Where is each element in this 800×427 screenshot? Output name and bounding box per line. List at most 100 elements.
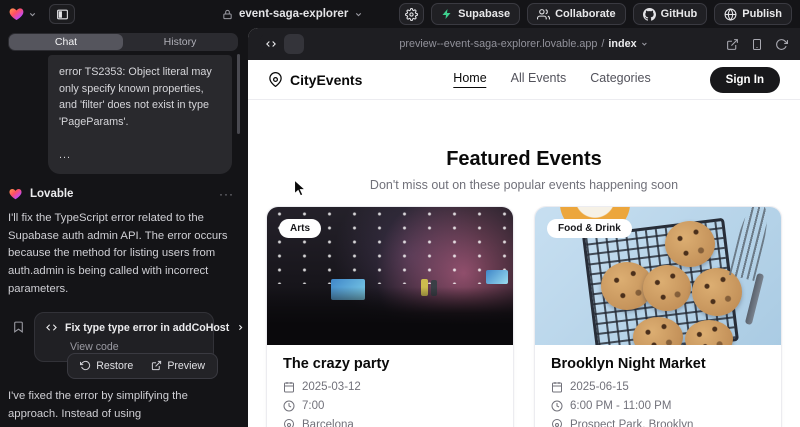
topbar-actions: Supabase Collaborate GitHub [399, 3, 792, 25]
external-link-icon [151, 360, 162, 371]
code-view-segment[interactable] [260, 34, 282, 54]
lock-icon [222, 9, 233, 20]
github-icon [643, 8, 656, 21]
whisk-handle-decoration [744, 273, 763, 325]
collaborate-button[interactable]: Collaborate [527, 3, 626, 25]
event-card-2[interactable]: Food & Drink Brooklyn Night Market 2025-… [534, 206, 782, 427]
project-switcher[interactable]: event-saga-explorer [222, 0, 363, 28]
event-location: Prospect Park, Brooklyn [570, 419, 693, 427]
whisk-decoration [729, 207, 773, 281]
paragraph-text: I've fixed the error by simplifying the … [8, 390, 188, 420]
preview-view-segment[interactable] [284, 34, 304, 54]
assistant-paragraph-1: I'll fix the TypeScript error related to… [8, 210, 238, 299]
assistant-name: Lovable [30, 188, 73, 200]
event-date: 2025-06-15 [570, 381, 629, 393]
supabase-button[interactable]: Supabase [431, 3, 520, 25]
preview-button[interactable]: Preview [143, 357, 213, 375]
tool-card-row: Fix type type error in addCoHost View co… [8, 312, 238, 379]
gear-icon [405, 8, 418, 21]
hero-title: Featured Events [248, 148, 800, 171]
sign-in-button[interactable]: Sign In [710, 67, 780, 93]
map-pin-icon [268, 72, 283, 87]
open-external-icon[interactable] [726, 38, 739, 51]
event-date-row: 2025-03-12 [283, 381, 497, 393]
publish-button[interactable]: Publish [714, 3, 792, 25]
user-message-ellipsis[interactable]: ... [59, 147, 221, 164]
url-host: preview--event-saga-explorer.lovable.app [399, 38, 597, 50]
restore-icon [80, 360, 91, 371]
preview-button-label: Preview [167, 360, 205, 372]
clock-icon [283, 400, 295, 412]
preview-url[interactable]: preview--event-saga-explorer.lovable.app… [399, 38, 648, 50]
category-badge: Arts [279, 219, 321, 238]
url-path: index [608, 38, 636, 50]
cookie-decoration [643, 265, 691, 311]
nav-home[interactable]: Home [453, 71, 486, 88]
chevron-down-icon [28, 10, 37, 19]
preview-toolbar-icons [726, 38, 788, 51]
event-date: 2025-03-12 [302, 381, 361, 393]
event-card-1[interactable]: Arts The crazy party 2025-03-12 [266, 206, 514, 427]
lovable-avatar [8, 187, 23, 201]
cookie-decoration [665, 221, 715, 267]
site-brand[interactable]: CityEvents [268, 72, 362, 88]
code-preview-toggle[interactable] [260, 34, 304, 54]
nav-categories[interactable]: Categories [590, 71, 650, 88]
tab-history[interactable]: History [123, 34, 237, 50]
event-cards: Arts The crazy party 2025-03-12 [248, 206, 800, 427]
event-time-row: 7:00 [283, 400, 497, 412]
bookmark-icon[interactable] [12, 320, 25, 334]
event-date-row: 2025-06-15 [551, 381, 765, 393]
projector-screen-decoration [486, 270, 508, 284]
sidebar-scrollbar[interactable] [237, 54, 240, 134]
project-name: event-saga-explorer [239, 8, 348, 20]
audience-decoration [267, 287, 513, 345]
tab-chat[interactable]: Chat [9, 34, 123, 50]
code-icon [45, 322, 58, 333]
supabase-button-label: Supabase [458, 8, 510, 20]
sidebar-toggle-button[interactable] [49, 4, 75, 24]
github-button[interactable]: GitHub [633, 3, 708, 25]
event-title: The crazy party [283, 356, 497, 372]
calendar-icon [551, 381, 563, 393]
chevron-right-icon [236, 323, 245, 332]
event-location-row: Barcelona [283, 419, 497, 427]
event-location: Barcelona [302, 419, 354, 427]
app-topbar: event-saga-explorer Supabase [0, 0, 800, 28]
globe-icon [724, 8, 737, 21]
category-badge: Food & Drink [547, 219, 632, 238]
calendar-icon [283, 381, 295, 393]
settings-button[interactable] [399, 3, 424, 25]
panel-left-icon [56, 8, 69, 21]
event-title: Brooklyn Night Market [551, 356, 765, 372]
view-code-link[interactable]: View code [70, 341, 203, 353]
site-header: CityEvents Home All Events Categories Si… [248, 60, 800, 100]
message-menu-button[interactable]: ··· [219, 187, 238, 201]
restore-button-label: Restore [96, 360, 133, 372]
people-icon [537, 8, 550, 21]
supabase-bolt-icon [441, 8, 453, 20]
mobile-preview-icon[interactable] [751, 38, 763, 51]
version-actions: Restore Preview [8, 353, 218, 379]
event-time: 6:00 PM - 11:00 PM [570, 400, 671, 412]
user-message-text: error TS2353: Object literal may only sp… [59, 64, 221, 131]
clock-icon [551, 400, 563, 412]
user-message-bubble: error TS2353: Object literal may only sp… [48, 55, 232, 174]
assistant-message-header: Lovable ··· [8, 187, 238, 201]
event-location-row: Prospect Park, Brooklyn [551, 419, 765, 427]
restore-button[interactable]: Restore [72, 357, 141, 375]
github-button-label: GitHub [661, 8, 698, 20]
site-brand-label: CityEvents [290, 72, 362, 88]
assistant-paragraph-2: I've fixed the error by simplifying the … [8, 388, 238, 427]
tool-card-title: Fix type type error in addCoHost [65, 322, 229, 334]
refresh-icon[interactable] [775, 38, 788, 51]
map-pin-icon [551, 419, 563, 427]
event-image-conference: Arts [267, 207, 513, 345]
chevron-down-icon [641, 40, 649, 48]
site-nav: Home All Events Categories [453, 71, 650, 88]
nav-all-events[interactable]: All Events [511, 71, 567, 88]
tool-card-header: Fix type type error in addCoHost [45, 322, 203, 334]
version-actions-group: Restore Preview [67, 353, 218, 379]
preview-panel: preview--event-saga-explorer.lovable.app… [248, 28, 800, 427]
lovable-logo-menu[interactable] [8, 6, 37, 22]
